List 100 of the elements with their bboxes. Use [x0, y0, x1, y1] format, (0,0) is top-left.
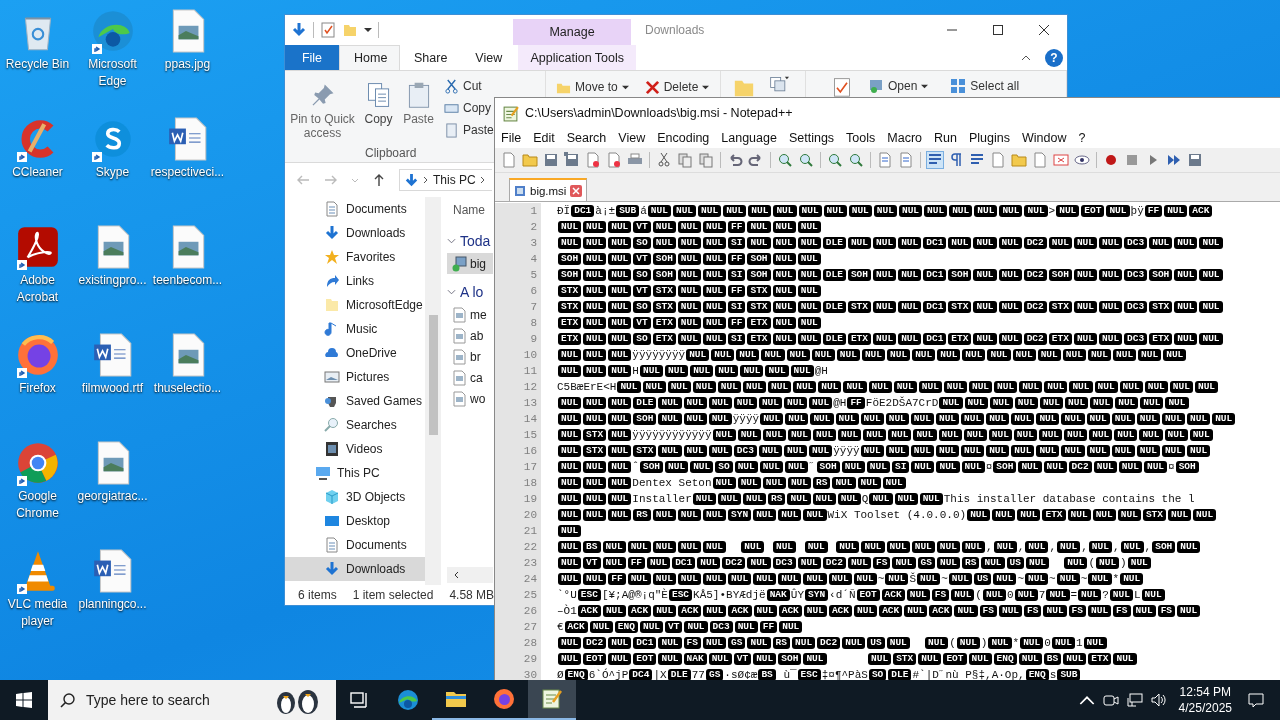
- search-field[interactable]: Type here to search: [48, 680, 336, 720]
- menu-item[interactable]: Search: [560, 131, 613, 145]
- control-character-badge: NUL: [854, 605, 878, 617]
- menu-item[interactable]: Plugins: [962, 131, 1016, 145]
- ribbon-button-label[interactable]: Select all: [970, 79, 1020, 93]
- ribbon-button-label[interactable]: Paste: [463, 123, 494, 137]
- control-character-badge: STX: [652, 285, 676, 297]
- line-number: 28: [495, 635, 541, 651]
- control-character-badge: NUL: [772, 317, 796, 329]
- breadcrumb[interactable]: This PC: [433, 173, 476, 187]
- control-character-badge: NUL: [1136, 445, 1160, 457]
- line-number: 7: [495, 299, 541, 315]
- nav-item[interactable]: Links: [285, 269, 425, 293]
- control-character-badge: NUL: [558, 509, 582, 521]
- ribbon-tab[interactable]: Share: [400, 45, 462, 70]
- menu-item[interactable]: Settings: [782, 131, 841, 145]
- code-text: ,: [1144, 541, 1152, 553]
- menu-item[interactable]: Run: [928, 131, 963, 145]
- control-character-badge: ETX: [747, 333, 771, 345]
- control-character-badge: NUL: [898, 333, 922, 345]
- file-list-item[interactable]: ab: [447, 325, 493, 346]
- group-header[interactable]: A lo: [460, 284, 484, 300]
- ribbon-tab[interactable]: Home: [339, 45, 400, 70]
- ribbon-button-label[interactable]: Cut: [463, 79, 482, 93]
- file-tab[interactable]: big.msi: [509, 178, 588, 201]
- clock-date[interactable]: 4/25/2025: [1178, 700, 1232, 716]
- nav-item[interactable]: Searches: [285, 413, 425, 437]
- menu-item[interactable]: Tools: [840, 131, 882, 145]
- file-list-item[interactable]: me: [447, 304, 493, 325]
- control-character-badge: NUL: [1020, 637, 1044, 649]
- nav-item[interactable]: MicrosoftEdge: [285, 293, 425, 317]
- control-character-badge: NUL: [1106, 205, 1130, 217]
- control-character-badge: ACK: [628, 605, 652, 617]
- ribbon-button-label[interactable]: Pin to Quick access: [285, 112, 360, 140]
- ribbon-button-label[interactable]: Delete: [663, 80, 699, 94]
- control-character-badge: ESC: [577, 589, 601, 601]
- nav-item[interactable]: Documents: [285, 197, 425, 221]
- nav-item[interactable]: 3D Objects: [285, 485, 425, 509]
- control-character-badge: NUL: [747, 237, 771, 249]
- desktop-icon-label[interactable]: georgiatrac...: [77, 488, 148, 505]
- desktop-icon-label[interactable]: VLC media player: [0, 596, 75, 630]
- control-character-badge: NUL: [1109, 589, 1133, 601]
- group-header[interactable]: Toda: [460, 233, 491, 249]
- nav-item[interactable]: Desktop: [285, 509, 425, 533]
- menu-item[interactable]: Macro: [881, 131, 929, 145]
- file-list-item[interactable]: ca: [447, 367, 493, 388]
- ribbon-tab[interactable]: File: [285, 45, 339, 70]
- menu-item[interactable]: View: [612, 131, 652, 145]
- nav-item[interactable]: Favorites: [285, 245, 425, 269]
- menu-item[interactable]: File: [495, 131, 528, 145]
- menu-item[interactable]: Edit: [527, 131, 561, 145]
- control-character-badge: NUL: [583, 477, 607, 489]
- control-character-badge: NUL: [1044, 381, 1068, 393]
- nav-item[interactable]: Downloads: [285, 557, 425, 581]
- ribbon-button-label[interactable]: Move to: [575, 80, 618, 94]
- file-list-item[interactable]: br: [447, 346, 493, 367]
- control-character-badge: NUL: [742, 493, 767, 505]
- nav-item[interactable]: Videos: [285, 437, 425, 461]
- control-character-badge: NUL: [924, 205, 948, 217]
- nav-item[interactable]: This PC: [285, 461, 425, 485]
- file-list-item[interactable]: big: [447, 253, 493, 274]
- code-text: ˆ: [632, 461, 639, 473]
- ribbon-button-label[interactable]: Paste: [403, 112, 434, 126]
- clock-time[interactable]: 12:54 PM: [1179, 684, 1231, 700]
- desktop-icon-label[interactable]: Google Chrome: [0, 488, 75, 522]
- menu-item[interactable]: Window: [1015, 131, 1073, 145]
- control-character-badge: NUL: [790, 365, 814, 377]
- control-character-badge: NUL: [692, 493, 716, 505]
- desktop-icon-label[interactable]: planningco...: [78, 596, 147, 613]
- control-character-badge: NUL: [1013, 429, 1037, 441]
- control-character-badge: NAK: [683, 653, 707, 665]
- file-list-item[interactable]: wo: [447, 388, 493, 409]
- menu-item[interactable]: ?: [1072, 131, 1092, 145]
- control-character-badge: NUL: [988, 429, 1012, 441]
- nav-item[interactable]: Documents: [285, 533, 425, 557]
- line-number: 20: [495, 507, 541, 523]
- ribbon-tab[interactable]: Application Tools: [518, 45, 637, 70]
- control-character-badge: NUL: [702, 541, 727, 553]
- ribbon-button-label[interactable]: Copy: [364, 112, 393, 126]
- nav-item[interactable]: OneDrive: [285, 341, 425, 365]
- address-bar[interactable]: This PC: [399, 169, 492, 191]
- nav-item[interactable]: Music: [285, 317, 425, 341]
- ribbon-button-label[interactable]: Open: [888, 79, 918, 93]
- column-header[interactable]: Name: [447, 197, 485, 223]
- control-character-badge: NUL: [761, 349, 785, 361]
- ribbon-button-label[interactable]: Copy: [463, 101, 491, 115]
- ribbon-tab[interactable]: View: [461, 45, 517, 70]
- control-character-badge: NUL: [873, 237, 897, 249]
- help-button[interactable]: ?: [1045, 48, 1063, 67]
- menu-item[interactable]: Language: [715, 131, 783, 145]
- control-character-badge: NUL: [558, 397, 582, 409]
- nav-item[interactable]: Saved Games: [285, 389, 425, 413]
- control-character-badge: NUL: [898, 237, 922, 249]
- control-character-badge: NUL: [962, 349, 986, 361]
- nav-item[interactable]: Downloads: [285, 221, 425, 245]
- menu-item[interactable]: Encoding: [651, 131, 716, 145]
- nav-item[interactable]: Pictures: [285, 365, 425, 389]
- control-character-badge: NUL: [1061, 445, 1085, 457]
- control-character-badge: NUL: [936, 557, 961, 569]
- control-character-badge: NUL: [712, 429, 736, 441]
